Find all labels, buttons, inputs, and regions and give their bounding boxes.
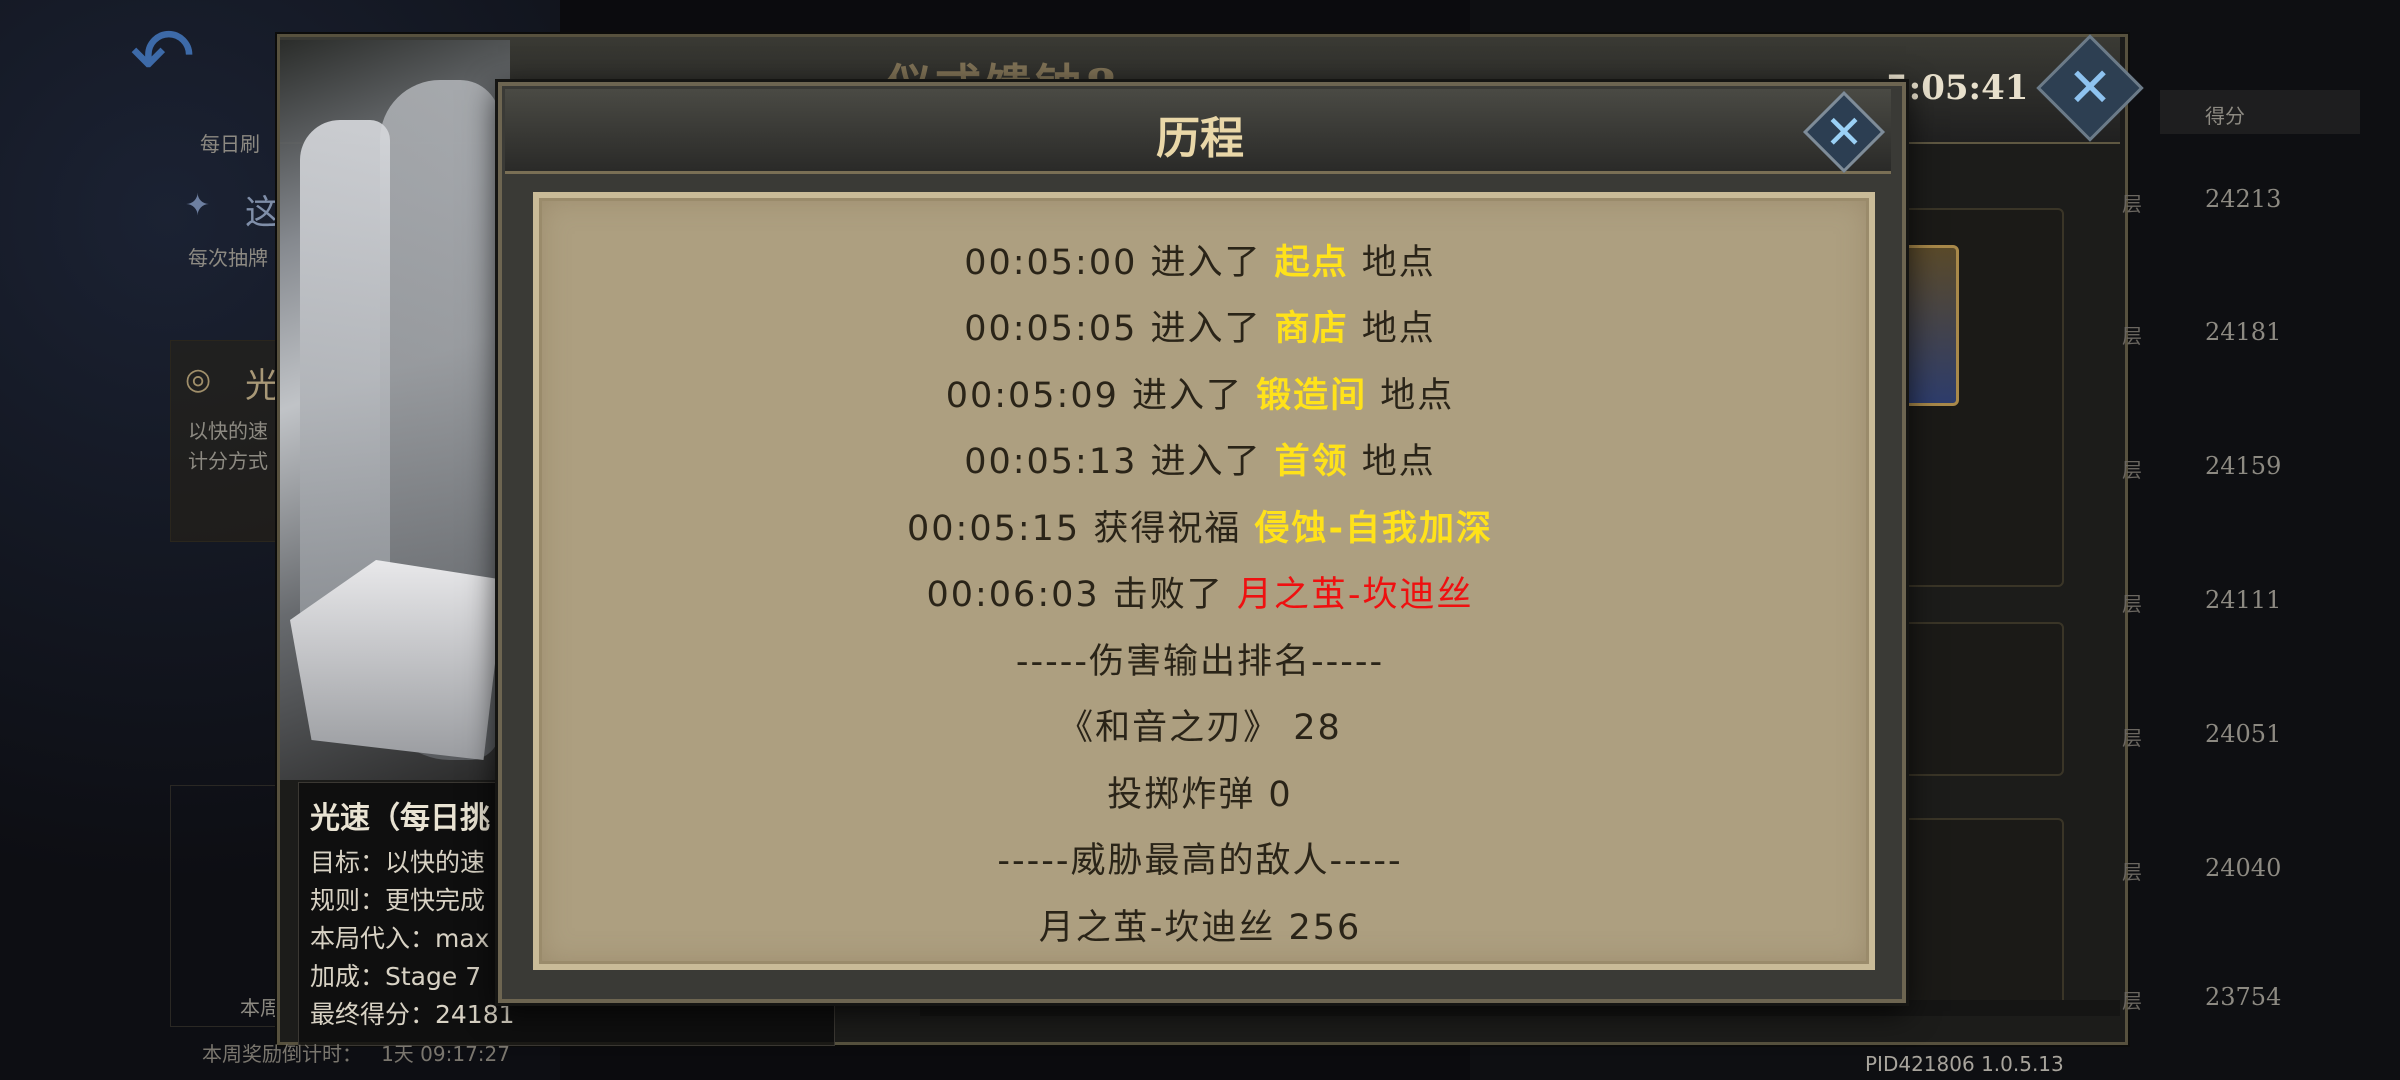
log-location: 锻造间 — [1256, 376, 1368, 416]
log-line-suffix: 地点 — [1367, 376, 1455, 416]
mode2-desc-2: 计分方式 — [188, 449, 268, 473]
log-line: 00:05:05 进入了 商店 地点 — [540, 300, 1860, 351]
player-id-version: PID421806 1.0.5.13 — [1865, 1052, 2064, 1076]
back-arrow-icon[interactable]: ↶ — [130, 18, 230, 96]
log-location: 首领 — [1274, 442, 1349, 482]
log-line-text: 00:05:09 进入了 — [945, 376, 1257, 416]
log-line-text: 00:05:15 获得祝福 — [907, 509, 1255, 549]
log-line: 00:06:03 击败了 月之茧-坎迪丝 — [540, 566, 1860, 617]
history-dialog-title: 历程 — [1156, 113, 1244, 164]
log-line-text: 00:06:03 击败了 — [926, 575, 1237, 615]
damage-entry: 《和音之刃》 28 — [1058, 708, 1342, 748]
score-row-7: 23754 — [2205, 983, 2282, 1011]
rank-marker: 层 — [2122, 324, 2142, 348]
close-icon[interactable]: ✕ — [1812, 100, 1876, 164]
run-info-goal: 目标：以快的速 — [310, 848, 486, 877]
score-row-4: 24111 — [2205, 586, 2282, 614]
rank-marker: 层 — [2122, 860, 2142, 884]
log-defeated-enemy: 月之茧-坎迪丝 — [1236, 575, 1474, 615]
weekly-short-label: 本周 — [240, 996, 280, 1020]
rank-marker: 层 — [2122, 989, 2142, 1013]
mode1-desc: 每次抽牌 — [188, 246, 268, 270]
score-header-bg — [2160, 90, 2360, 134]
damage-ranking-header: -----伤害输出排名----- — [1015, 642, 1385, 682]
outer-close-icon[interactable]: ✕ — [2052, 50, 2128, 126]
rank-marker: 层 — [2122, 726, 2142, 750]
score-column-header: 得分 — [2205, 104, 2245, 128]
log-line-text: 00:05:00 进入了 — [964, 243, 1275, 283]
threat-entry: 月之茧-坎迪丝 256 — [1038, 908, 1362, 948]
log-line-text: 00:05:05 进入了 — [964, 309, 1275, 349]
score-row-2: 24181 — [2205, 318, 2282, 346]
log-line-text: 00:05:13 进入了 — [964, 442, 1275, 482]
run-info-bonus: 加成：Stage 7 — [310, 962, 482, 991]
daily-label: 每日刷 — [200, 132, 260, 156]
log-blessing: 侵蚀-自我加深 — [1254, 509, 1493, 549]
rank-marker: 层 — [2122, 592, 2142, 616]
log-line: 00:05:15 获得祝福 侵蚀-自我加深 — [540, 500, 1860, 551]
log-location: 商店 — [1274, 309, 1349, 349]
score-row-6: 24040 — [2205, 854, 2282, 882]
compass-icon: ✦ — [185, 188, 211, 223]
rank-marker: 层 — [2122, 192, 2142, 216]
mode2-title: 光 — [245, 366, 279, 406]
weekly-countdown-value: 1天 09:17:27 — [381, 1042, 510, 1066]
weekly-countdown: 本周奖励倒计时： 1天 09:17:27 — [202, 1038, 510, 1067]
score-row-3: 24159 — [2205, 452, 2282, 480]
log-line: 00:05:09 进入了 锻造间 地点 — [540, 367, 1860, 418]
damage-entry: 投掷炸弹 0 — [1107, 775, 1293, 815]
rank-marker: 层 — [2122, 458, 2142, 482]
run-info-title: 光速（每日挑 — [310, 801, 490, 836]
challenge-timer: 5:05:41 — [1885, 68, 2029, 108]
run-info-character: 本局代入：max — [310, 924, 490, 953]
log-line-suffix: 地点 — [1348, 442, 1436, 482]
log-line: 00:05:13 进入了 首领 地点 — [540, 433, 1860, 484]
log-location: 起点 — [1274, 243, 1349, 283]
score-row-5: 24051 — [2205, 720, 2282, 748]
run-info-rule: 规则：更快完成 — [310, 886, 486, 915]
log-line-suffix: 地点 — [1348, 309, 1436, 349]
run-info-final-score: 最终得分：24181 — [310, 1000, 515, 1029]
mode2-desc-1: 以快的速 — [188, 419, 268, 443]
log-line-suffix: 地点 — [1348, 243, 1436, 283]
reward-slot — [170, 785, 292, 1027]
weekly-countdown-label: 本周奖励倒计时： — [202, 1042, 362, 1066]
mode1-title[interactable]: 这 — [245, 185, 279, 234]
target-icon: ◎ — [185, 362, 212, 397]
log-line: 00:05:00 进入了 起点 地点 — [540, 234, 1860, 285]
threat-ranking-header: -----威胁最高的敌人----- — [997, 841, 1403, 881]
score-row-1: 24213 — [2205, 185, 2282, 213]
